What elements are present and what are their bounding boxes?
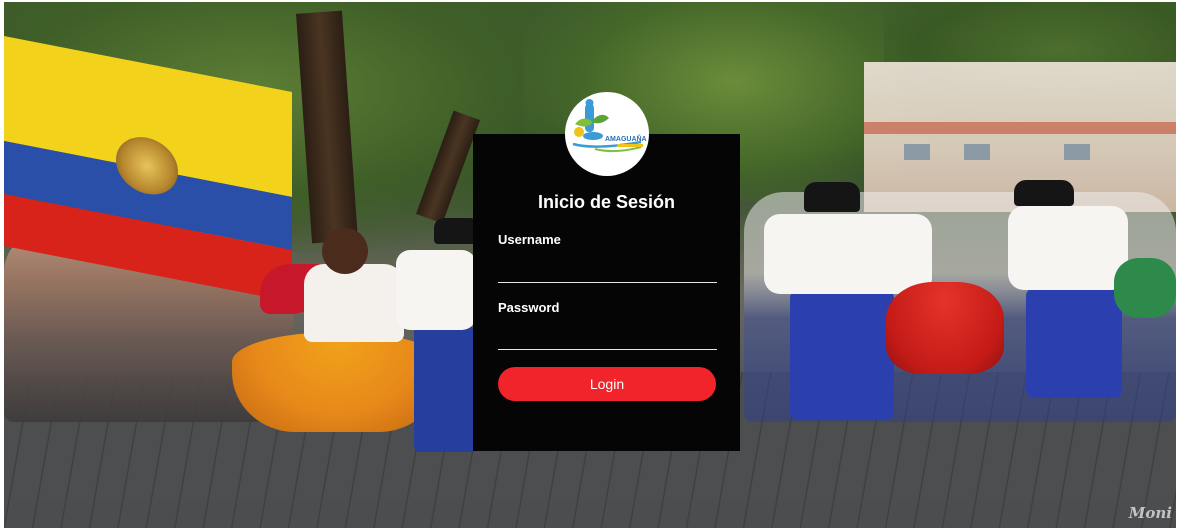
building-window	[964, 144, 990, 160]
logo-text: AMAGUAÑA	[605, 136, 647, 143]
building-balcony	[864, 122, 1176, 134]
photo-signature: Moni	[1128, 504, 1172, 522]
dancer-trousers	[1026, 288, 1122, 398]
dancer-shirt	[764, 214, 932, 294]
login-button[interactable]: Login	[498, 367, 716, 401]
password-input[interactable]	[498, 325, 717, 350]
username-input[interactable]	[498, 258, 717, 283]
building-window	[904, 144, 930, 160]
dancer-hat	[804, 182, 860, 212]
dancer-shirt	[1008, 206, 1128, 290]
dancer-skirt	[1114, 258, 1176, 318]
dancer-head	[322, 228, 368, 274]
building-window	[1064, 144, 1090, 160]
login-title: Inicio de Sesión	[537, 192, 676, 212]
dancer-trousers	[414, 327, 476, 452]
dancer-shirt	[396, 250, 476, 330]
username-label: Username	[498, 232, 561, 247]
logo-icon	[572, 99, 643, 153]
dancer-blouse	[304, 264, 404, 342]
login-panel	[473, 134, 740, 451]
dancer-skirt	[886, 282, 1004, 374]
amaguana-logo: AMAGUAÑA	[565, 92, 649, 176]
dancer-hat	[1014, 180, 1074, 206]
dancer-trousers	[790, 290, 894, 420]
password-label: Password	[498, 300, 560, 315]
dancer-skirt	[232, 332, 442, 432]
